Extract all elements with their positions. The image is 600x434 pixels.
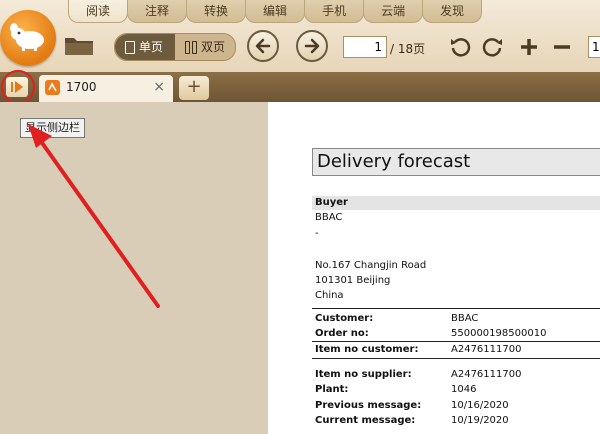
field-value: BBAC xyxy=(451,313,479,324)
document-title: Delivery forecast xyxy=(312,148,600,176)
buyer-line: China xyxy=(315,290,344,301)
divider xyxy=(312,308,600,309)
buyer-line: No.167 Changjin Road xyxy=(315,260,427,271)
field-label: Current message: xyxy=(315,415,416,426)
divider xyxy=(312,358,600,359)
field-label: Item no supplier: xyxy=(315,369,412,380)
field-value: 10/16/2020 xyxy=(451,400,509,411)
divider xyxy=(312,341,600,342)
buyer-line: 101301 Beijing xyxy=(315,275,391,286)
field-value: A2476111700 xyxy=(451,344,522,355)
field-value: 550000198500010 xyxy=(451,328,547,339)
field-value: A2476111700 xyxy=(451,369,522,380)
field-value: 1046 xyxy=(451,384,477,395)
field-value: 10/19/2020 xyxy=(451,415,509,426)
field-label: Customer: xyxy=(315,313,374,324)
buyer-line: BBAC xyxy=(315,212,343,223)
field-label: Previous message: xyxy=(315,400,422,411)
buyer-line: - xyxy=(315,228,319,239)
field-label: Order no: xyxy=(315,328,369,339)
field-label: Plant: xyxy=(315,384,349,395)
buyer-header: Buyer xyxy=(312,196,600,210)
field-label: Item no customer: xyxy=(315,344,419,355)
